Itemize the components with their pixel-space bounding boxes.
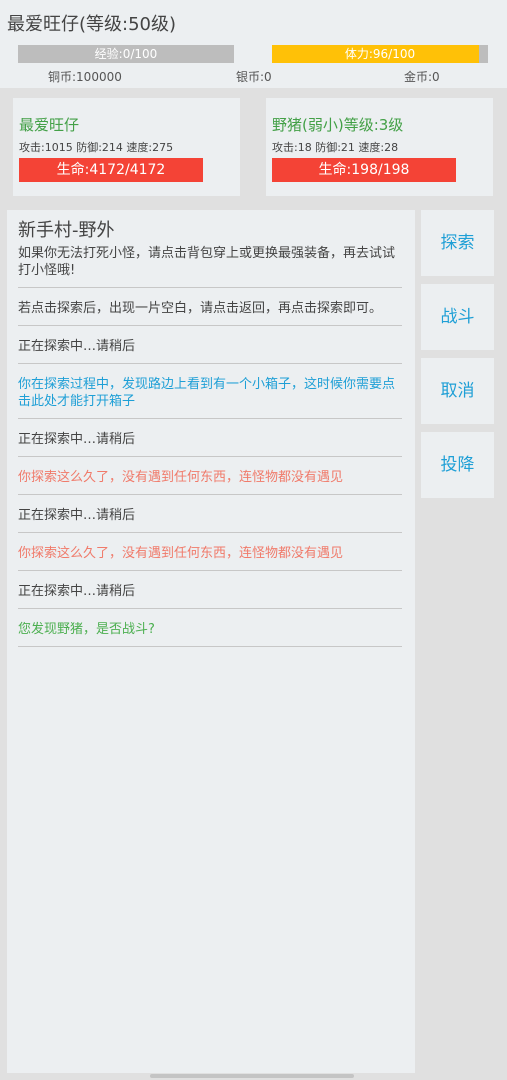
experience-label: 经验:0/100 <box>94 47 158 61</box>
log-message: 您发现野猪，是否战斗? <box>18 619 402 647</box>
gold-coins: 金币:0 <box>404 70 440 84</box>
character-title: 最爱旺仔(等级:50级) <box>7 14 177 35</box>
log-message[interactable]: 你在探索过程中，发现路边上看到有一个小箱子，这时候你需要点击此处才能打开箱子 <box>18 374 402 419</box>
player-name: 最爱旺仔 <box>19 116 80 134</box>
log-message: 正在探索中…请稍后 <box>18 505 402 533</box>
enemy-name: 野猪(弱小)等级:3级 <box>272 116 404 134</box>
log-message: 你探索这么久了，没有遇到任何东西，连怪物都没有遇见 <box>18 467 402 495</box>
stamina-label: 体力:96/100 <box>344 47 416 61</box>
location-title: 新手村-野外 <box>18 220 115 241</box>
cancel-button[interactable]: 取消 <box>421 358 494 424</box>
copper-coins: 铜币:100000 <box>48 70 122 84</box>
enemy-hp-bar: 生命:198/198 <box>272 158 456 182</box>
enemy-card: 野猪(弱小)等级:3级 攻击:18 防御:21 速度:28 生命:198/198 <box>266 98 493 196</box>
fight-button[interactable]: 战斗 <box>421 284 494 350</box>
player-card: 最爱旺仔 攻击:1015 防御:214 速度:275 生命:4172/4172 <box>13 98 240 196</box>
battle-log-panel[interactable]: 新手村-野外 如果你无法打死小怪，请点击背包穿上或更换最强装备，再去试试打小怪哦… <box>7 210 415 1073</box>
log-message-list: 如果你无法打死小怪，请点击背包穿上或更换最强装备，再去试试打小怪哦! 若点击探索后… <box>18 243 402 657</box>
player-hp-bar: 生命:4172/4172 <box>19 158 203 182</box>
player-stats: 攻击:1015 防御:214 速度:275 <box>19 141 174 154</box>
explore-button[interactable]: 探索 <box>421 210 494 276</box>
status-header: 最爱旺仔(等级:50级) 经验:0/100 体力:96/100 铜币:10000… <box>0 0 507 88</box>
surrender-button[interactable]: 投降 <box>421 432 494 498</box>
log-message: 正在探索中…请稍后 <box>18 429 402 457</box>
experience-bar: 经验:0/100 <box>18 45 234 63</box>
log-message: 正在探索中…请稍后 <box>18 581 402 609</box>
log-message: 若点击探索后，出现一片空白，请点击返回，再点击探索即可。 <box>18 298 402 326</box>
log-message: 正在探索中…请稍后 <box>18 336 402 364</box>
stamina-bar: 体力:96/100 <box>272 45 488 63</box>
enemy-stats: 攻击:18 防御:21 速度:28 <box>272 141 399 154</box>
home-indicator[interactable] <box>150 1074 354 1078</box>
log-message: 如果你无法打死小怪，请点击背包穿上或更换最强装备，再去试试打小怪哦! <box>18 243 402 288</box>
silver-coins: 银币:0 <box>236 70 272 84</box>
log-message: 你探索这么久了，没有遇到任何东西，连怪物都没有遇见 <box>18 543 402 571</box>
